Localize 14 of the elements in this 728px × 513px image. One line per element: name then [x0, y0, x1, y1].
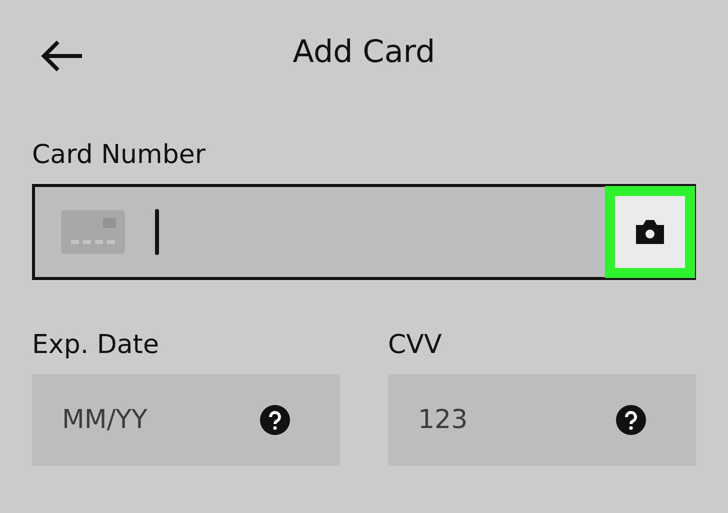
- help-icon[interactable]: [616, 405, 646, 435]
- text-cursor: [155, 209, 159, 255]
- field-label: Exp. Date: [32, 330, 160, 360]
- camera-icon: [634, 219, 666, 245]
- screen-title: Add Card: [292, 34, 436, 70]
- text-field[interactable]: MM/YY: [32, 374, 340, 466]
- card-number-field[interactable]: [32, 184, 696, 280]
- credit-card-icon: [61, 210, 125, 254]
- scan-card-button[interactable]: [605, 186, 695, 278]
- back-arrow-icon: [40, 39, 84, 73]
- text-field[interactable]: 123: [388, 374, 696, 466]
- field-label: CVV: [388, 330, 443, 360]
- field-label: Card Number: [32, 140, 207, 170]
- help-icon[interactable]: [260, 405, 290, 435]
